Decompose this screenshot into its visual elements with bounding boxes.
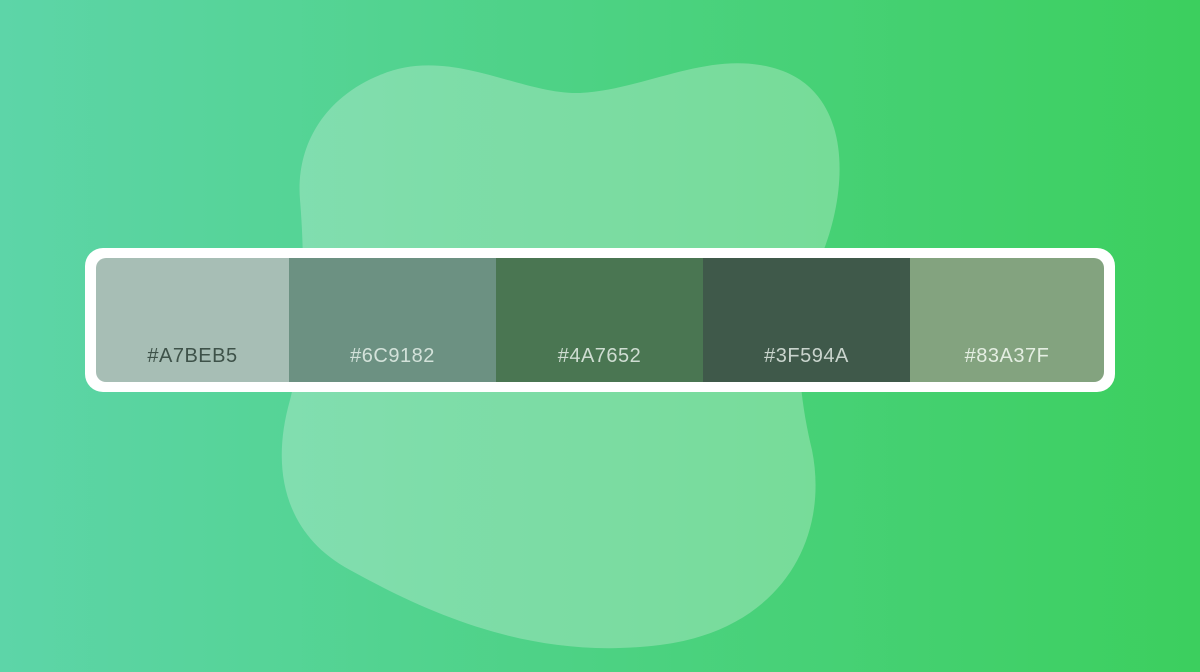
swatch-hex-label: #4A7652 bbox=[557, 345, 642, 367]
background-canvas: #A7BEB5 #6C9182 #4A7652 #3F594A #83A37F bbox=[0, 0, 1200, 672]
swatch-hex-label: #6C9182 bbox=[350, 345, 435, 367]
color-swatch[interactable]: #A7BEB5 bbox=[96, 258, 289, 382]
color-swatch[interactable]: #83A37F bbox=[910, 258, 1104, 382]
color-palette-card: #A7BEB5 #6C9182 #4A7652 #3F594A #83A37F bbox=[85, 248, 1115, 392]
color-swatch[interactable]: #3F594A bbox=[703, 258, 910, 382]
swatch-hex-label: #3F594A bbox=[764, 345, 849, 367]
swatch-row: #A7BEB5 #6C9182 #4A7652 #3F594A #83A37F bbox=[96, 258, 1104, 382]
swatch-hex-label: #A7BEB5 bbox=[147, 345, 238, 367]
swatch-hex-label: #83A37F bbox=[964, 345, 1050, 367]
color-swatch[interactable]: #4A7652 bbox=[496, 258, 703, 382]
color-swatch[interactable]: #6C9182 bbox=[289, 258, 496, 382]
